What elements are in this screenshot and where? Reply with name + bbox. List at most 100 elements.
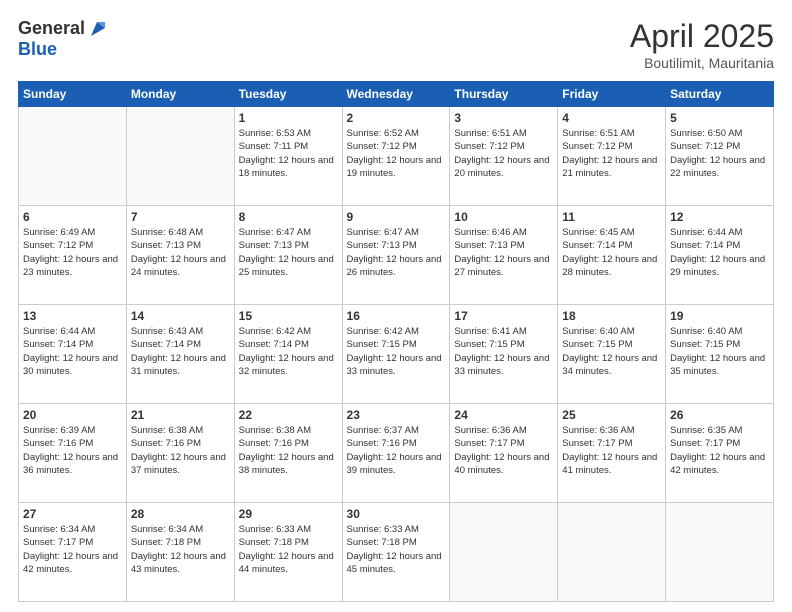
day-number: 7	[131, 210, 230, 224]
calendar-cell: 14Sunrise: 6:43 AMSunset: 7:14 PMDayligh…	[126, 305, 234, 404]
calendar-cell: 24 Sunrise: 6:36 AMSunset: 7:17 PMDayligh…	[450, 404, 558, 503]
day-info: Sunrise: 6:51 AMSunset: 7:12 PMDaylight:…	[562, 127, 661, 180]
day-number: 25	[562, 408, 661, 422]
calendar-cell: 5 Sunrise: 6:50 AMSunset: 7:12 PMDaylight…	[666, 107, 774, 206]
logo-blue: Blue	[18, 40, 109, 60]
day-info: Sunrise: 6:37 AMSunset: 7:16 PMDaylight:…	[347, 424, 446, 477]
day-number: 16	[347, 309, 446, 323]
page: General Blue April 2025 Boutilimit, Maur…	[0, 0, 792, 612]
day-info: Sunrise: 6:40 AMSunset: 7:15 PMDaylight:…	[562, 325, 661, 378]
day-number: 23	[347, 408, 446, 422]
day-info: Sunrise: 6:36 AMSunset: 7:17 PMDaylight:…	[454, 424, 553, 477]
calendar-cell: 6 Sunrise: 6:49 AMSunset: 7:12 PMDaylight…	[19, 206, 127, 305]
calendar-header-row: SundayMondayTuesdayWednesdayThursdayFrid…	[19, 82, 774, 107]
day-info: Sunrise: 6:45 AMSunset: 7:14 PMDaylight:…	[562, 226, 661, 279]
day-info: Sunrise: 6:49 AMSunset: 7:12 PMDaylight:…	[23, 226, 122, 279]
day-number: 20	[23, 408, 122, 422]
calendar-cell: 16 Sunrise: 6:42 AMSunset: 7:15 PMDayligh…	[342, 305, 450, 404]
calendar-cell: 25 Sunrise: 6:36 AMSunset: 7:17 PMDayligh…	[558, 404, 666, 503]
calendar-cell: 8 Sunrise: 6:47 AMSunset: 7:13 PMDaylight…	[234, 206, 342, 305]
day-number: 17	[454, 309, 553, 323]
day-number: 8	[239, 210, 338, 224]
calendar-cell: 2 Sunrise: 6:52 AMSunset: 7:12 PMDaylight…	[342, 107, 450, 206]
calendar-week-3: 20 Sunrise: 6:39 AMSunset: 7:16 PMDayligh…	[19, 404, 774, 503]
day-number: 10	[454, 210, 553, 224]
calendar-cell: 18 Sunrise: 6:40 AMSunset: 7:15 PMDayligh…	[558, 305, 666, 404]
day-info: Sunrise: 6:42 AMSunset: 7:14 PMDaylight:…	[239, 325, 338, 378]
day-info: Sunrise: 6:40 AMSunset: 7:15 PMDaylight:…	[670, 325, 769, 378]
day-number: 5	[670, 111, 769, 125]
calendar: SundayMondayTuesdayWednesdayThursdayFrid…	[18, 81, 774, 602]
calendar-cell: 30Sunrise: 6:33 AMSunset: 7:18 PMDayligh…	[342, 503, 450, 602]
header-thursday: Thursday	[450, 82, 558, 107]
logo-general: General	[18, 19, 85, 39]
day-number: 21	[131, 408, 230, 422]
calendar-cell: 21 Sunrise: 6:38 AMSunset: 7:16 PMDayligh…	[126, 404, 234, 503]
calendar-cell: 22 Sunrise: 6:38 AMSunset: 7:16 PMDayligh…	[234, 404, 342, 503]
day-info: Sunrise: 6:51 AMSunset: 7:12 PMDaylight:…	[454, 127, 553, 180]
calendar-cell: 23 Sunrise: 6:37 AMSunset: 7:16 PMDayligh…	[342, 404, 450, 503]
day-number: 30	[347, 507, 446, 521]
day-info: Sunrise: 6:35 AMSunset: 7:17 PMDaylight:…	[670, 424, 769, 477]
header-wednesday: Wednesday	[342, 82, 450, 107]
calendar-cell: 1Sunrise: 6:53 AMSunset: 7:11 PMDaylight…	[234, 107, 342, 206]
header: General Blue April 2025 Boutilimit, Maur…	[18, 18, 774, 71]
day-info: Sunrise: 6:44 AMSunset: 7:14 PMDaylight:…	[670, 226, 769, 279]
day-number: 9	[347, 210, 446, 224]
day-info: Sunrise: 6:48 AMSunset: 7:13 PMDaylight:…	[131, 226, 230, 279]
calendar-cell: 12 Sunrise: 6:44 AMSunset: 7:14 PMDayligh…	[666, 206, 774, 305]
day-info: Sunrise: 6:34 AMSunset: 7:17 PMDaylight:…	[23, 523, 122, 576]
day-info: Sunrise: 6:44 AMSunset: 7:14 PMDaylight:…	[23, 325, 122, 378]
calendar-cell: 3Sunrise: 6:51 AMSunset: 7:12 PMDaylight…	[450, 107, 558, 206]
day-info: Sunrise: 6:53 AMSunset: 7:11 PMDaylight:…	[239, 127, 338, 180]
calendar-cell	[19, 107, 127, 206]
header-tuesday: Tuesday	[234, 82, 342, 107]
calendar-week-2: 13Sunrise: 6:44 AMSunset: 7:14 PMDayligh…	[19, 305, 774, 404]
calendar-cell: 7 Sunrise: 6:48 AMSunset: 7:13 PMDaylight…	[126, 206, 234, 305]
day-info: Sunrise: 6:39 AMSunset: 7:16 PMDaylight:…	[23, 424, 122, 477]
calendar-cell	[666, 503, 774, 602]
calendar-cell: 9 Sunrise: 6:47 AMSunset: 7:13 PMDaylight…	[342, 206, 450, 305]
day-info: Sunrise: 6:47 AMSunset: 7:13 PMDaylight:…	[347, 226, 446, 279]
day-number: 4	[562, 111, 661, 125]
day-number: 18	[562, 309, 661, 323]
day-info: Sunrise: 6:50 AMSunset: 7:12 PMDaylight:…	[670, 127, 769, 180]
day-info: Sunrise: 6:42 AMSunset: 7:15 PMDaylight:…	[347, 325, 446, 378]
calendar-cell: 10Sunrise: 6:46 AMSunset: 7:13 PMDayligh…	[450, 206, 558, 305]
day-number: 26	[670, 408, 769, 422]
calendar-week-0: 1Sunrise: 6:53 AMSunset: 7:11 PMDaylight…	[19, 107, 774, 206]
day-info: Sunrise: 6:34 AMSunset: 7:18 PMDaylight:…	[131, 523, 230, 576]
day-number: 24	[454, 408, 553, 422]
calendar-cell: 27Sunrise: 6:34 AMSunset: 7:17 PMDayligh…	[19, 503, 127, 602]
calendar-cell: 19 Sunrise: 6:40 AMSunset: 7:15 PMDayligh…	[666, 305, 774, 404]
day-number: 22	[239, 408, 338, 422]
day-info: Sunrise: 6:52 AMSunset: 7:12 PMDaylight:…	[347, 127, 446, 180]
calendar-week-1: 6 Sunrise: 6:49 AMSunset: 7:12 PMDaylight…	[19, 206, 774, 305]
logo-icon	[87, 18, 109, 40]
logo: General Blue	[18, 18, 109, 60]
calendar-cell: 15Sunrise: 6:42 AMSunset: 7:14 PMDayligh…	[234, 305, 342, 404]
day-number: 2	[347, 111, 446, 125]
header-sunday: Sunday	[19, 82, 127, 107]
day-number: 6	[23, 210, 122, 224]
day-info: Sunrise: 6:41 AMSunset: 7:15 PMDaylight:…	[454, 325, 553, 378]
location: Boutilimit, Mauritania	[630, 55, 774, 71]
calendar-cell: 13Sunrise: 6:44 AMSunset: 7:14 PMDayligh…	[19, 305, 127, 404]
day-info: Sunrise: 6:38 AMSunset: 7:16 PMDaylight:…	[239, 424, 338, 477]
day-info: Sunrise: 6:38 AMSunset: 7:16 PMDaylight:…	[131, 424, 230, 477]
day-info: Sunrise: 6:33 AMSunset: 7:18 PMDaylight:…	[239, 523, 338, 576]
day-info: Sunrise: 6:47 AMSunset: 7:13 PMDaylight:…	[239, 226, 338, 279]
day-number: 19	[670, 309, 769, 323]
title-block: April 2025 Boutilimit, Mauritania	[630, 18, 774, 71]
calendar-week-4: 27Sunrise: 6:34 AMSunset: 7:17 PMDayligh…	[19, 503, 774, 602]
day-info: Sunrise: 6:36 AMSunset: 7:17 PMDaylight:…	[562, 424, 661, 477]
day-number: 14	[131, 309, 230, 323]
calendar-cell: 28 Sunrise: 6:34 AMSunset: 7:18 PMDayligh…	[126, 503, 234, 602]
header-friday: Friday	[558, 82, 666, 107]
day-number: 12	[670, 210, 769, 224]
calendar-cell: 26 Sunrise: 6:35 AMSunset: 7:17 PMDayligh…	[666, 404, 774, 503]
calendar-cell	[558, 503, 666, 602]
calendar-cell: 20 Sunrise: 6:39 AMSunset: 7:16 PMDayligh…	[19, 404, 127, 503]
calendar-cell	[126, 107, 234, 206]
day-number: 28	[131, 507, 230, 521]
